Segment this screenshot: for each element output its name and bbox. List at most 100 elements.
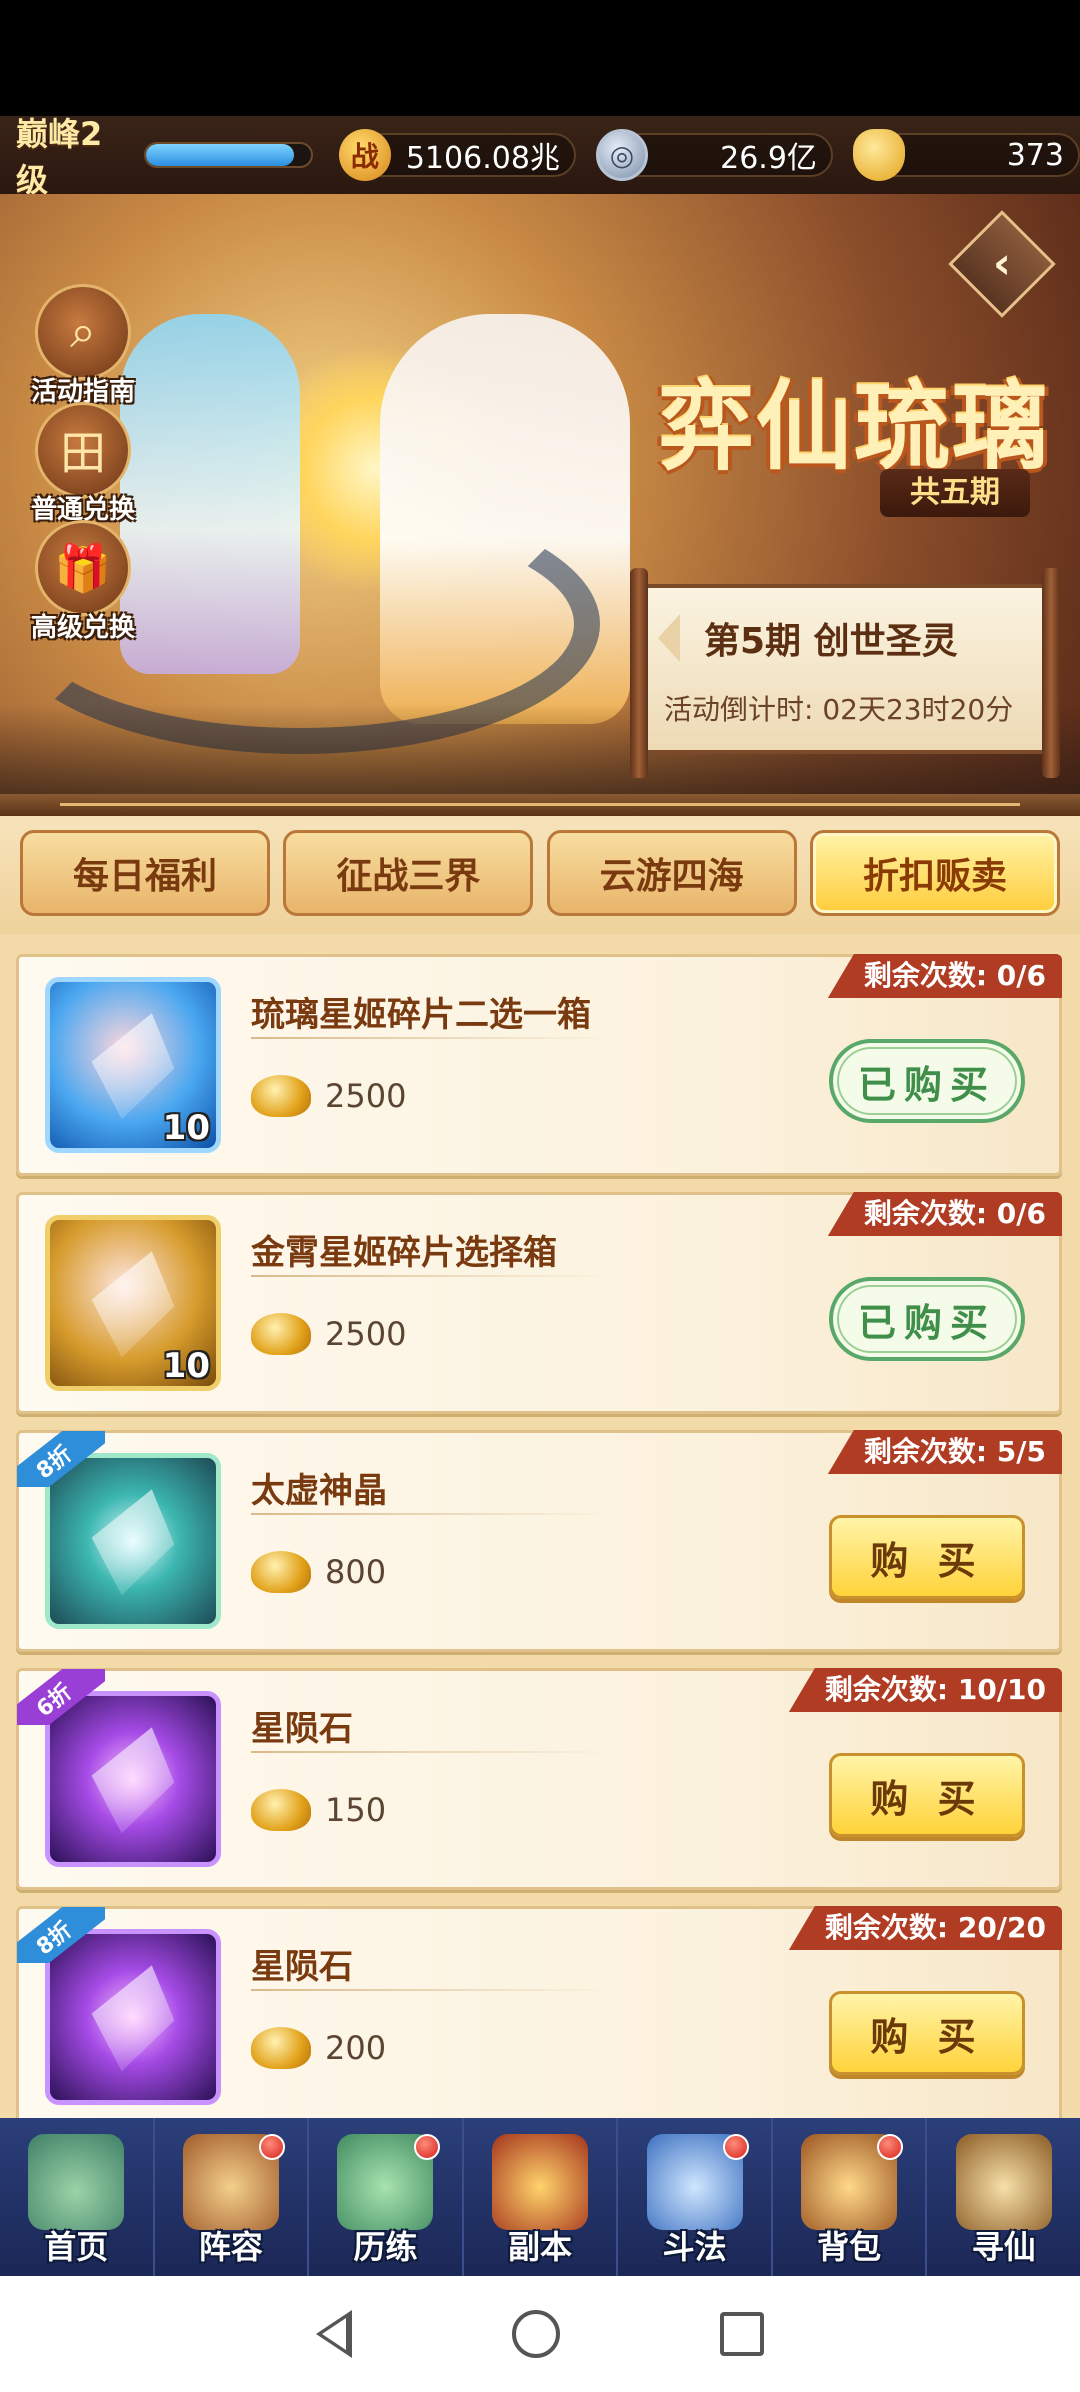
bottom-navigation: 首页 阵容 历练 副本 斗法 背包 寻仙: [0, 2118, 1080, 2276]
nav-home[interactable]: 首页: [0, 2118, 155, 2276]
battle-power-icon: 战: [338, 129, 391, 181]
remaining-count-badge: 剩余次数: 10/10: [788, 1668, 1062, 1712]
xp-bar-fill: [145, 144, 295, 166]
nav-duel[interactable]: 斗法: [618, 2118, 773, 2276]
item-name: 金霄星姬碎片选择箱: [251, 1233, 557, 1273]
nav-backpack[interactable]: 背包: [773, 2118, 928, 2276]
magnifier-icon: ⌕: [35, 284, 131, 380]
item-price-value: 2500: [325, 1077, 407, 1115]
item-price: 200: [251, 2027, 386, 2069]
item-price-value: 800: [325, 1553, 387, 1591]
current-period-title: 第5期 创世圣灵: [704, 621, 958, 662]
power-display: 战 5106.08兆: [338, 129, 576, 181]
back-button[interactable]: ‹: [948, 210, 1056, 318]
discount-ribbon: 8折: [17, 1431, 105, 1487]
list-item: 8折 太虚神晶 800 剩余次数: 5/5 购 买: [16, 1430, 1062, 1652]
xp-bar: [143, 142, 313, 168]
tab-discount-sale[interactable]: 折扣贩卖: [809, 830, 1060, 916]
back-arrow-icon: ‹: [992, 238, 1012, 289]
notification-dot: [413, 2134, 440, 2160]
nav-dungeon[interactable]: 副本: [464, 2118, 619, 2276]
shop-item-list[interactable]: 10 琉璃星姬碎片二选一箱 2500 剩余次数: 0/6 已购买 10 金霄星姬…: [0, 934, 1080, 2118]
item-price-value: 2500: [325, 1315, 407, 1353]
remaining-count-badge: 剩余次数: 0/6: [827, 1192, 1062, 1236]
buy-button[interactable]: 购 买: [829, 1515, 1025, 1599]
period-scroll: 第5期 创世圣灵 活动倒计时: 02天23时20分: [630, 568, 1060, 778]
remaining-count-badge: 剩余次数: 5/5: [827, 1430, 1062, 1474]
tab-bar: 每日福利 征战三界 云游四海 折扣贩卖: [0, 816, 1080, 934]
gold-ingot-icon: [251, 1789, 311, 1831]
tab-conquer-three-realms[interactable]: 征战三界: [283, 830, 534, 916]
gift-icon: 🎁: [35, 520, 131, 616]
normal-exchange-button[interactable]: 田 普通兑换: [28, 402, 138, 525]
home-island-icon: [28, 2134, 125, 2230]
item-quantity: 10: [162, 1346, 210, 1386]
list-item: 6折 星陨石 150 剩余次数: 10/10 购 买: [16, 1668, 1062, 1890]
resource-bar: 巅峰2级 战 5106.08兆 ◎ 26.9亿 373: [0, 115, 1080, 199]
item-name: 星陨石: [251, 1947, 353, 1987]
notification-dot: [722, 2134, 749, 2160]
ingot-value: 373: [1006, 137, 1064, 173]
nav-backpack-label: 背包: [817, 2228, 882, 2266]
copper-display[interactable]: ◎ 26.9亿: [595, 129, 833, 181]
period-count-tag: 共五期: [880, 469, 1030, 517]
meteorite-crystal-icon: [77, 1714, 190, 1845]
system-navigation-bar: [0, 2276, 1080, 2392]
event-banner: ⌕ 活动指南 田 普通兑换 🎁 高级兑换 ‹ 弈仙琉璃 共五期 第5期 创世圣灵…: [0, 194, 1080, 794]
gate-icon: [492, 2134, 589, 2230]
item-name: 琉璃星姬碎片二选一箱: [251, 995, 591, 1035]
buy-button[interactable]: 购 买: [829, 1753, 1025, 1837]
crystal-icon: [77, 1476, 190, 1607]
nav-seek-immortal[interactable]: 寻仙: [927, 2118, 1080, 2276]
list-item: 10 金霄星姬碎片选择箱 2500 剩余次数: 0/6 已购买: [16, 1192, 1062, 1414]
advanced-exchange-button[interactable]: 🎁 高级兑换: [28, 520, 138, 643]
status-bar: [0, 0, 1080, 116]
gold-ingot-icon: [251, 2027, 311, 2069]
system-back-icon[interactable]: [316, 2310, 352, 2358]
item-name: 星陨石: [251, 1709, 353, 1749]
list-item: 8折 星陨石 200 剩余次数: 20/20 购 买: [16, 1906, 1062, 2118]
nav-lineup-label: 阵容: [198, 2228, 263, 2266]
notification-dot: [259, 2134, 286, 2160]
gold-ingot-icon: [251, 1075, 311, 1117]
activity-guide-button[interactable]: ⌕ 活动指南: [28, 284, 138, 407]
gold-ingot-icon: [852, 129, 905, 181]
buy-button[interactable]: 购 买: [829, 1991, 1025, 2075]
event-title: 弈仙琉璃: [658, 371, 1050, 483]
tab-travel-four-seas[interactable]: 云游四海: [546, 830, 797, 916]
previous-period-arrow-icon[interactable]: [658, 614, 680, 662]
gold-ingot-icon: [251, 1551, 311, 1593]
system-home-icon[interactable]: [512, 2310, 560, 2358]
ingot-display[interactable]: 373: [852, 129, 1080, 181]
advanced-exchange-label: 高级兑换: [30, 613, 135, 643]
list-item: 10 琉璃星姬碎片二选一箱 2500 剩余次数: 0/6 已购买: [16, 954, 1062, 1176]
discount-label: 8折: [17, 1907, 105, 1963]
nav-home-label: 首页: [44, 2228, 109, 2266]
item-price-value: 200: [325, 2029, 387, 2067]
purchased-button[interactable]: 已购买: [829, 1039, 1025, 1123]
nav-lineup[interactable]: 阵容: [155, 2118, 310, 2276]
system-recents-icon[interactable]: [720, 2312, 764, 2356]
nav-dungeon-label: 副本: [508, 2228, 573, 2266]
item-thumbnail[interactable]: 10: [45, 1215, 221, 1391]
copper-coin-icon: ◎: [595, 129, 648, 181]
tab-daily-welfare[interactable]: 每日福利: [20, 830, 270, 916]
remaining-count-badge: 剩余次数: 20/20: [788, 1906, 1062, 1950]
banner-divider: [0, 794, 1080, 816]
item-quantity: 10: [162, 1108, 210, 1148]
scroll-eye-icon: [955, 2134, 1052, 2230]
item-price: 2500: [251, 1075, 406, 1117]
notification-dot: [877, 2134, 904, 2160]
nav-training[interactable]: 历练: [309, 2118, 464, 2276]
discount-label: 6折: [17, 1669, 105, 1725]
item-thumbnail[interactable]: 10: [45, 977, 221, 1153]
item-price: 800: [251, 1551, 386, 1593]
power-value: 5106.08兆: [405, 141, 560, 176]
copper-value: 26.9亿: [720, 141, 817, 176]
nav-seek-immortal-label: 寻仙: [971, 2228, 1036, 2266]
nav-training-label: 历练: [353, 2228, 418, 2266]
purchased-button[interactable]: 已购买: [829, 1277, 1025, 1361]
countdown-text: 活动倒计时: 02天23时20分: [664, 693, 1014, 726]
exchange-icon: 田: [35, 402, 131, 498]
gold-ingot-icon: [251, 1313, 311, 1355]
